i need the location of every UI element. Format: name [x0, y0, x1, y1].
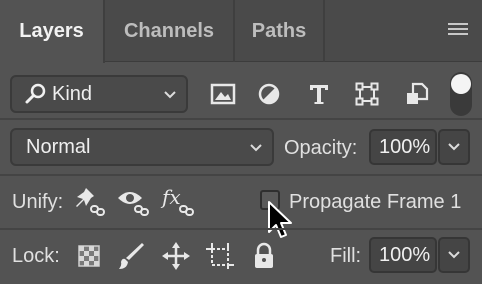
lock-position-icon[interactable] [160, 240, 192, 272]
lock-transparent-pixels-icon[interactable] [76, 243, 102, 269]
lock-label: Lock: [12, 245, 60, 267]
chevron-down-icon [448, 251, 460, 259]
toggle-knob [451, 74, 471, 94]
lock-all-icon[interactable] [250, 240, 278, 272]
propagate-frame-label: Propagate Frame 1 [289, 191, 462, 213]
mouse-pointer-icon [268, 201, 292, 238]
blend-mode-value: Normal [26, 135, 91, 158]
unify-label: Unify: [12, 191, 64, 213]
chevron-down-icon [448, 143, 460, 151]
tab-layers[interactable]: Layers [0, 0, 105, 63]
panel-tab-bar: Layers Channels Paths [0, 0, 482, 63]
tab-channels[interactable]: Channels [105, 0, 235, 62]
lock-artboard-icon[interactable] [204, 240, 236, 272]
opacity-input[interactable]: 100% [369, 129, 437, 165]
panel-menu-icon[interactable] [448, 21, 468, 37]
fill-label: Fill: [330, 245, 362, 267]
fill-stepper-button[interactable] [438, 237, 470, 273]
unify-style-icon[interactable]: fx [160, 186, 198, 218]
row-divider [0, 228, 482, 230]
kind-filter-dropdown[interactable]: Kind [10, 75, 188, 113]
row-divider [0, 174, 482, 176]
opacity-stepper-button[interactable] [438, 129, 470, 165]
row-divider [0, 118, 482, 120]
shape-filter-icon[interactable] [352, 80, 382, 108]
smart-object-filter-icon[interactable] [402, 80, 432, 108]
svg-text:fx: fx [160, 186, 181, 209]
fill-input[interactable]: 100% [369, 237, 437, 273]
type-filter-icon[interactable] [304, 80, 334, 108]
blend-mode-dropdown[interactable]: Normal [10, 128, 274, 166]
lock-image-pixels-icon[interactable] [116, 240, 146, 272]
chevron-down-icon [164, 91, 176, 99]
unify-position-icon[interactable] [74, 186, 108, 218]
tab-paths[interactable]: Paths [235, 0, 325, 62]
filter-toggle-switch[interactable] [450, 72, 472, 116]
chevron-down-icon [250, 144, 262, 152]
kind-filter-label: Kind [52, 82, 93, 105]
layers-panel: Layers Channels Paths Kind Normal Opacit… [0, 0, 482, 284]
opacity-label: Opacity: [284, 137, 358, 159]
search-icon [25, 83, 46, 104]
image-filter-icon[interactable] [208, 80, 238, 108]
adjustment-filter-icon[interactable] [254, 80, 284, 108]
unify-visibility-icon[interactable] [116, 186, 152, 218]
